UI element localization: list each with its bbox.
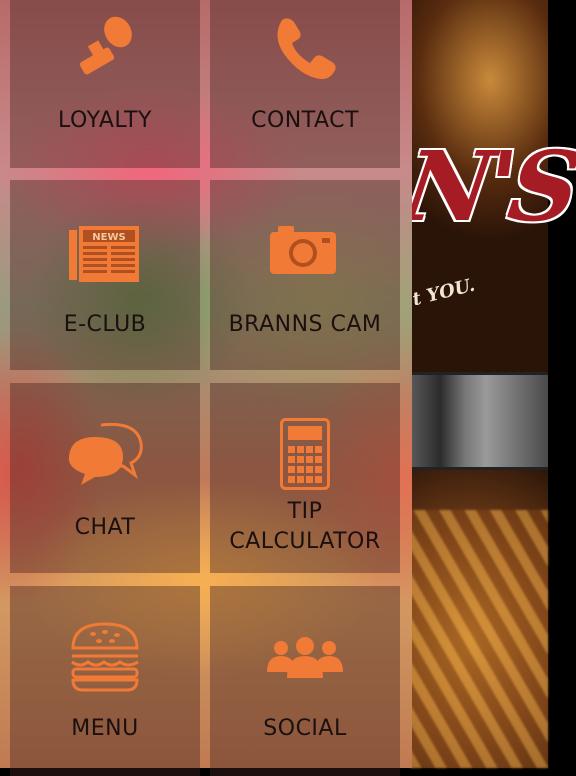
tile-menu[interactable]: MENU: [10, 586, 200, 776]
tile-label: SOCIAL: [263, 716, 347, 741]
calculator-icon: [210, 418, 400, 490]
people-icon: [210, 636, 400, 680]
tile-social[interactable]: SOCIAL: [210, 586, 400, 776]
tile-branns-cam[interactable]: BRANNS CAM: [210, 180, 400, 370]
newspaper-icon: NEWS: [10, 226, 200, 284]
tile-loyalty[interactable]: LOYALTY: [10, 0, 200, 168]
camera-icon: [210, 226, 400, 276]
tile-chat[interactable]: CHAT: [10, 383, 200, 573]
phone-icon: [210, 14, 400, 80]
tile-label: MENU: [71, 716, 139, 741]
burger-icon: [10, 622, 200, 692]
brand-logo-fragment: N'S: [397, 130, 576, 243]
tile-label: CONTACT: [251, 108, 359, 133]
tile-label: TIP CALCULATOR: [229, 499, 381, 554]
tile-label: LOYALTY: [58, 108, 152, 133]
tile-contact[interactable]: CONTACT: [210, 0, 400, 168]
tile-label: CHAT: [74, 515, 136, 540]
navigation-drawer: LOYALTY CONTACT NEWS E-CLUB BRANNS CAM C…: [0, 0, 412, 776]
tile-e-club[interactable]: NEWS E-CLUB: [10, 180, 200, 370]
tile-tip-calculator[interactable]: TIP CALCULATOR: [210, 383, 400, 573]
tile-label: E-CLUB: [63, 312, 147, 337]
chat-bubbles-icon: [10, 423, 200, 485]
fries-photo: [410, 510, 548, 768]
stamp-icon: [10, 14, 200, 80]
food-photo-strip: [410, 372, 548, 470]
tile-label: BRANNS CAM: [228, 312, 382, 337]
right-edge-strip: [548, 0, 576, 768]
newspaper-masthead: NEWS: [92, 232, 125, 243]
